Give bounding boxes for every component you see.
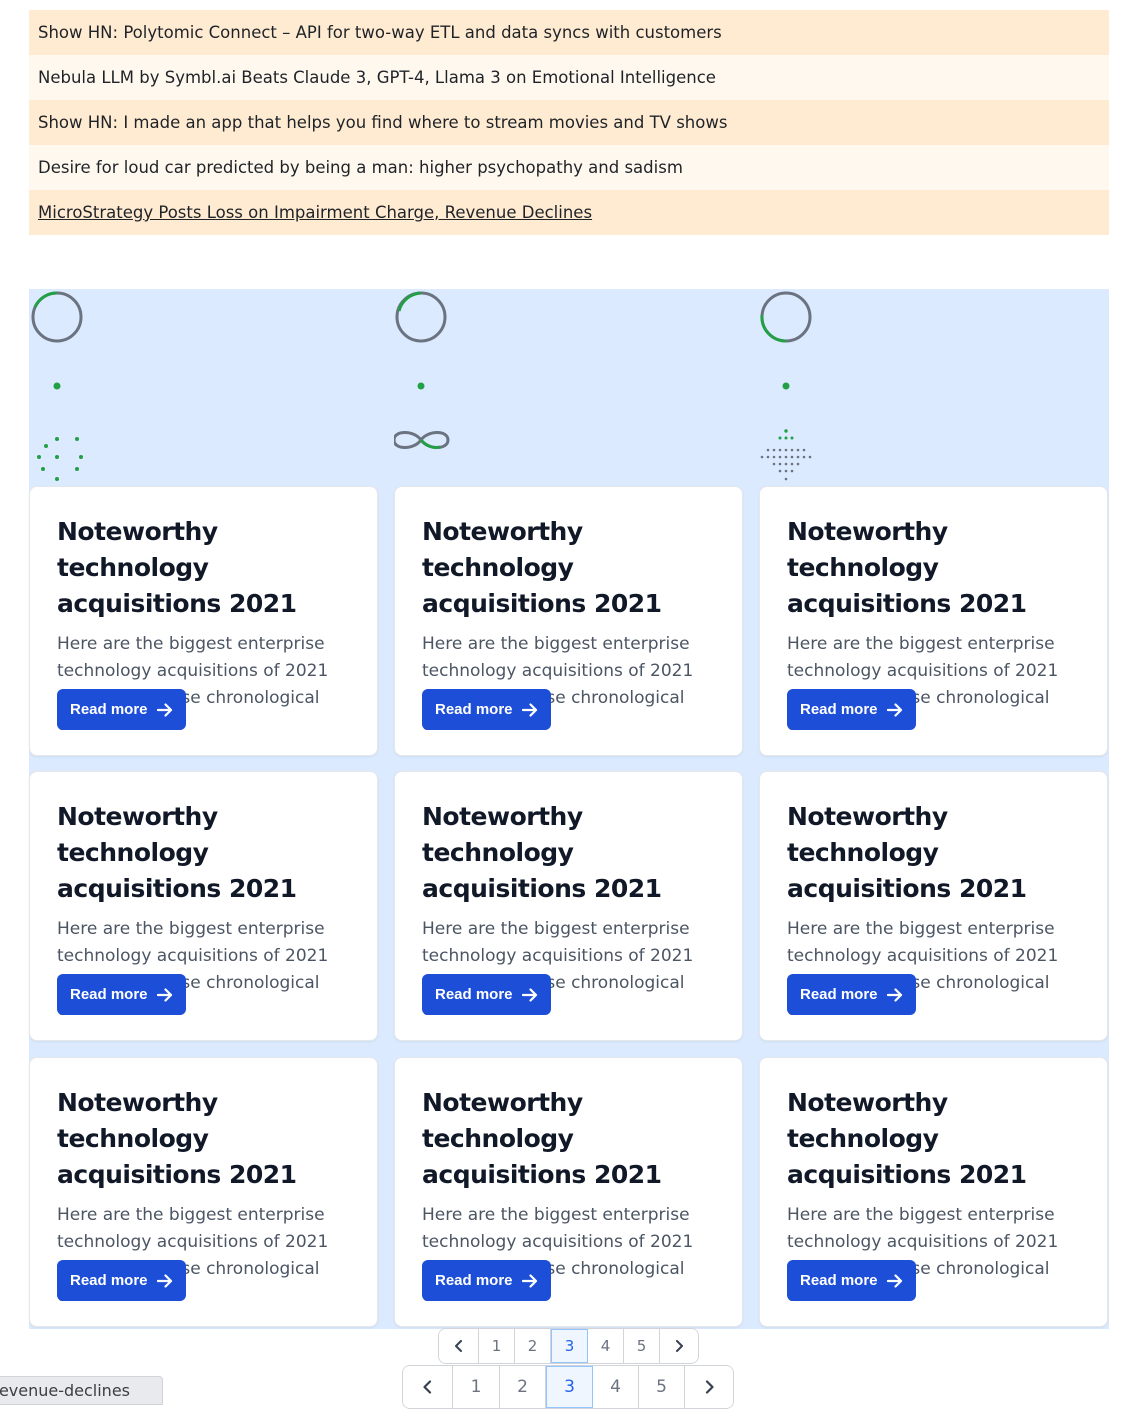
- arrow-right-icon: [156, 702, 172, 717]
- pulse-dot-icon: [53, 382, 61, 390]
- page-button[interactable]: 1: [479, 1329, 515, 1363]
- status-bar-url: evenue-declines: [0, 1381, 130, 1400]
- arrow-right-icon: [156, 987, 172, 1002]
- read-more-button[interactable]: Read more: [57, 1260, 186, 1301]
- read-more-label: Read more: [800, 986, 878, 1003]
- dots-ring-icon: [37, 437, 83, 481]
- page-button[interactable]: 5: [639, 1366, 685, 1408]
- next-page-button[interactable]: [685, 1366, 733, 1408]
- prev-page-button[interactable]: [439, 1329, 479, 1363]
- article-card: Noteworthy technology acquisitions 2021 …: [759, 486, 1108, 756]
- link-preview-status-bar: evenue-declines: [0, 1376, 163, 1405]
- read-more-label: Read more: [435, 986, 513, 1003]
- read-more-button[interactable]: Read more: [422, 974, 551, 1015]
- card-title: Noteworthy technology acquisitions 2021: [422, 802, 662, 903]
- news-item[interactable]: Nebula LLM by Symbl.ai Beats Claude 3, G…: [29, 55, 1109, 100]
- card-title: Noteworthy technology acquisitions 2021: [787, 1088, 1027, 1189]
- article-card: Noteworthy technology acquisitions 2021 …: [394, 771, 743, 1041]
- card-title: Noteworthy technology acquisitions 2021: [57, 802, 297, 903]
- page-button[interactable]: 2: [515, 1329, 551, 1363]
- read-more-button[interactable]: Read more: [787, 974, 916, 1015]
- spinner-arc-icon: [760, 314, 787, 343]
- card-title: Noteworthy technology acquisitions 2021: [57, 517, 297, 618]
- read-more-button[interactable]: Read more: [787, 689, 916, 730]
- arrow-right-icon: [156, 1273, 172, 1288]
- dots-grid-icon: [760, 429, 812, 481]
- prev-page-button[interactable]: [403, 1366, 453, 1408]
- read-more-label: Read more: [435, 701, 513, 718]
- arrow-right-icon: [521, 987, 537, 1002]
- read-more-label: Read more: [70, 1272, 148, 1289]
- spinner-arc-icon: [397, 291, 422, 312]
- read-more-label: Read more: [800, 1272, 878, 1289]
- read-more-label: Read more: [70, 986, 148, 1003]
- loader-group: [394, 289, 759, 486]
- loader-icons: [31, 291, 83, 481]
- page-button-current[interactable]: 3: [546, 1366, 593, 1408]
- read-more-label: Read more: [70, 701, 148, 718]
- arrow-right-icon: [886, 1273, 902, 1288]
- news-item-title[interactable]: Desire for loud car predicted by being a…: [38, 158, 683, 177]
- read-more-label: Read more: [435, 1272, 513, 1289]
- card-title: Noteworthy technology acquisitions 2021: [787, 517, 1027, 618]
- read-more-label: Read more: [800, 701, 878, 718]
- pulse-dot-icon: [417, 382, 425, 390]
- page-button[interactable]: 5: [624, 1329, 660, 1363]
- news-item-title[interactable]: Nebula LLM by Symbl.ai Beats Claude 3, G…: [38, 68, 716, 87]
- arrow-right-icon: [521, 702, 537, 717]
- news-item-title[interactable]: Show HN: Polytomic Connect – API for two…: [38, 23, 722, 42]
- pulse-dot-icon: [782, 382, 790, 390]
- article-card: Noteworthy technology acquisitions 2021 …: [29, 1057, 378, 1327]
- news-item-hovered[interactable]: MicroStrategy Posts Loss on Impairment C…: [29, 190, 1109, 235]
- page-button[interactable]: 4: [593, 1366, 639, 1408]
- read-more-button[interactable]: Read more: [787, 1260, 916, 1301]
- card-title: Noteworthy technology acquisitions 2021: [57, 1088, 297, 1189]
- loader-group: [29, 289, 394, 486]
- read-more-button[interactable]: Read more: [57, 974, 186, 1015]
- pagination-small: 1 2 3 4 5: [438, 1328, 699, 1364]
- article-card: Noteworthy technology acquisitions 2021 …: [29, 486, 378, 756]
- page-button[interactable]: 1: [453, 1366, 500, 1408]
- article-card: Noteworthy technology acquisitions 2021 …: [394, 486, 743, 756]
- read-more-button[interactable]: Read more: [422, 689, 551, 730]
- chevron-left-icon: [454, 1340, 462, 1352]
- article-card: Noteworthy technology acquisitions 2021 …: [759, 771, 1108, 1041]
- arrow-right-icon: [521, 1273, 537, 1288]
- pagination-large: 1 2 3 4 5: [402, 1365, 734, 1409]
- news-item[interactable]: Show HN: Polytomic Connect – API for two…: [29, 10, 1109, 55]
- chevron-left-icon: [423, 1380, 432, 1394]
- page-button[interactable]: 2: [500, 1366, 546, 1408]
- news-item[interactable]: Desire for loud car predicted by being a…: [29, 145, 1109, 190]
- loader-group: [759, 289, 1124, 486]
- spinner-arc-icon: [33, 291, 58, 308]
- article-card: Noteworthy technology acquisitions 2021 …: [759, 1057, 1108, 1327]
- arrow-right-icon: [886, 987, 902, 1002]
- loader-icons: [760, 291, 812, 481]
- read-more-button[interactable]: Read more: [57, 689, 186, 730]
- arrow-right-icon: [886, 702, 902, 717]
- card-title: Noteworthy technology acquisitions 2021: [422, 517, 662, 618]
- news-item-title[interactable]: Show HN: I made an app that helps you fi…: [38, 113, 727, 132]
- page-button[interactable]: 4: [588, 1329, 624, 1363]
- chevron-right-icon: [676, 1340, 683, 1352]
- chevron-right-icon: [705, 1380, 714, 1394]
- card-section: Noteworthy technology acquisitions 2021 …: [29, 289, 1109, 1329]
- article-card: Noteworthy technology acquisitions 2021 …: [29, 771, 378, 1041]
- news-list: Show HN: Polytomic Connect – API for two…: [29, 10, 1109, 235]
- news-item-title[interactable]: MicroStrategy Posts Loss on Impairment C…: [38, 203, 592, 222]
- card-title: Noteworthy technology acquisitions 2021: [422, 1088, 662, 1189]
- news-item[interactable]: Show HN: I made an app that helps you fi…: [29, 100, 1109, 145]
- loader-icons: [394, 291, 450, 450]
- article-card: Noteworthy technology acquisitions 2021 …: [394, 1057, 743, 1327]
- next-page-button[interactable]: [660, 1329, 698, 1363]
- read-more-button[interactable]: Read more: [422, 1260, 551, 1301]
- card-title: Noteworthy technology acquisitions 2021: [787, 802, 1027, 903]
- page-button-current[interactable]: 3: [551, 1329, 588, 1363]
